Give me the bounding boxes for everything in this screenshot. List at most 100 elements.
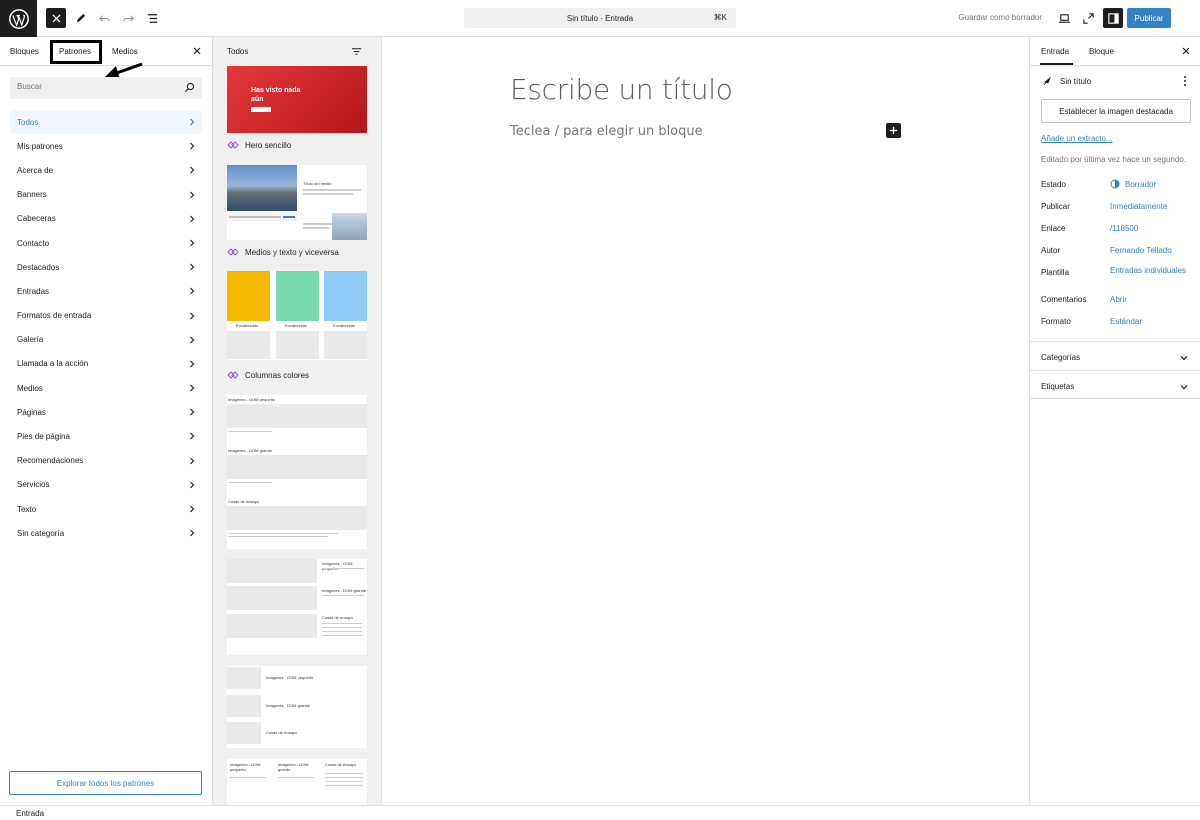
tab-block[interactable]: Bloque bbox=[1089, 47, 1114, 56]
pattern-search[interactable] bbox=[10, 77, 202, 99]
meta-label: Plantilla bbox=[1041, 268, 1070, 277]
undo-button[interactable] bbox=[94, 8, 114, 28]
pattern-preview-image-grid[interactable]: Imágenes - DOM pequeño Imágenes - DOM gr… bbox=[227, 559, 367, 655]
synced-pattern-icon bbox=[227, 141, 239, 149]
last-edited-text: Editado por última vez hace un segundo. bbox=[1041, 155, 1186, 164]
chevron-right-icon bbox=[190, 529, 195, 537]
category-item[interactable]: Recomendaciones bbox=[10, 449, 202, 473]
category-item[interactable]: Formatos de entrada bbox=[10, 304, 202, 328]
chevron-right-icon bbox=[190, 312, 195, 319]
pattern-label: Hero sencillo bbox=[227, 140, 291, 150]
settings-toggle-button[interactable] bbox=[1103, 8, 1123, 28]
meta-label: Publicar bbox=[1041, 202, 1070, 211]
search-input[interactable] bbox=[17, 82, 177, 91]
tab-media[interactable]: Medios bbox=[112, 47, 138, 56]
redo-button[interactable] bbox=[118, 8, 138, 28]
add-excerpt-link[interactable]: Añade un extracto... bbox=[1041, 134, 1113, 143]
filter-icon[interactable] bbox=[351, 46, 362, 57]
shortcut-hint: ⌘K bbox=[713, 13, 727, 22]
category-item[interactable]: Cabeceras bbox=[10, 207, 202, 231]
chevron-right-icon bbox=[190, 263, 195, 271]
categories-panel-toggle[interactable]: Categorías bbox=[1030, 341, 1200, 370]
tags-panel-toggle[interactable]: Etiquetas bbox=[1030, 370, 1200, 399]
category-item[interactable]: Banners bbox=[10, 183, 202, 207]
category-item[interactable]: Llamada a la acción bbox=[10, 352, 202, 376]
external-link-icon bbox=[1082, 12, 1094, 24]
feather-pen-icon bbox=[1043, 76, 1051, 86]
meta-label: Comentarios bbox=[1041, 295, 1087, 304]
set-featured-image-button[interactable]: Establecer la imagen destacada bbox=[1041, 99, 1191, 123]
post-title-label: Sin título bbox=[1060, 76, 1092, 86]
add-block-button[interactable] bbox=[886, 123, 901, 138]
more-options-icon[interactable] bbox=[1181, 75, 1189, 87]
category-item[interactable]: Destacados bbox=[10, 255, 202, 279]
block-appender[interactable]: Teclea / para elegir un bloque bbox=[510, 124, 703, 139]
editor-top-bar: Sin título · Entrada ⌘K Guardar como bor… bbox=[0, 0, 1200, 37]
fullscreen-button[interactable] bbox=[1078, 8, 1098, 28]
tab-post[interactable]: Entrada bbox=[1041, 47, 1069, 56]
pattern-preview-thumb-list[interactable]: Imágenes - DOM pequeño Imágenes - DOM gr… bbox=[227, 666, 367, 748]
close-icon bbox=[51, 13, 61, 23]
desktop-preview-icon bbox=[1058, 13, 1070, 23]
chevron-right-icon bbox=[190, 457, 195, 465]
category-item[interactable]: Entradas bbox=[10, 279, 202, 303]
pattern-preview-media-text[interactable]: Título del medio bbox=[227, 165, 367, 240]
breadcrumb[interactable]: Entrada bbox=[16, 809, 44, 818]
category-item[interactable]: Todos bbox=[10, 110, 202, 135]
chevron-right-icon bbox=[190, 215, 195, 223]
explore-all-patterns-button[interactable]: Explorar todos los patrones bbox=[9, 771, 202, 795]
preview-button[interactable] bbox=[1054, 8, 1074, 28]
pattern-label: Columnas colores bbox=[227, 370, 309, 380]
close-inserter-button[interactable] bbox=[46, 8, 66, 28]
category-item[interactable]: Servicios bbox=[10, 473, 202, 497]
chevron-right-icon bbox=[190, 142, 195, 150]
category-item[interactable]: Galería bbox=[10, 328, 202, 352]
category-item[interactable]: Contacto bbox=[10, 231, 202, 255]
category-item[interactable]: Mis patrones bbox=[10, 134, 202, 158]
block-breadcrumb-bar: Entrada bbox=[0, 805, 1200, 820]
pattern-preview-text-columns[interactable]: Imágenes - DOM pequeño Imágenes - DOM gr… bbox=[227, 759, 367, 805]
bridge-image bbox=[227, 165, 297, 211]
save-draft-button[interactable]: Guardar como borrador bbox=[958, 13, 1042, 22]
chevron-right-icon bbox=[190, 191, 195, 198]
column-heading: Encabezado bbox=[236, 323, 259, 328]
draft-status-icon bbox=[1110, 179, 1120, 189]
post-title-input[interactable]: Escribe un título bbox=[510, 73, 733, 106]
pattern-preview-color-columns[interactable]: Encabezado Encabezado Encabezado bbox=[227, 271, 367, 360]
search-icon bbox=[184, 82, 195, 93]
meta-label: Enlace bbox=[1041, 224, 1066, 233]
bridge-image bbox=[332, 213, 367, 240]
category-item[interactable]: Páginas bbox=[10, 400, 202, 424]
redo-icon bbox=[122, 14, 134, 22]
tab-blocks[interactable]: Bloques bbox=[10, 47, 39, 56]
template-link[interactable]: Entradas individuales bbox=[1110, 266, 1190, 275]
category-item[interactable]: Sin categoría bbox=[10, 521, 202, 545]
chevron-right-icon bbox=[190, 118, 195, 126]
synced-pattern-icon bbox=[227, 371, 239, 379]
close-icon[interactable] bbox=[192, 46, 202, 56]
wordpress-logo-icon[interactable] bbox=[0, 0, 37, 37]
tools-button[interactable] bbox=[70, 8, 90, 28]
category-item[interactable]: Medios bbox=[10, 376, 202, 400]
undo-icon bbox=[98, 14, 110, 22]
command-palette-button[interactable]: Sin título · Entrada ⌘K bbox=[464, 8, 736, 28]
pattern-preview-hero[interactable]: Has visto nada aún bbox=[227, 66, 367, 133]
pattern-label: Medios y texto y viceversa bbox=[227, 247, 339, 257]
author-link[interactable]: Fernando Tellado bbox=[1110, 246, 1190, 255]
document-title: Sin título · Entrada bbox=[566, 13, 634, 23]
chevron-down-icon bbox=[1180, 356, 1188, 361]
chevron-right-icon bbox=[190, 505, 195, 513]
publish-button[interactable]: Publicar bbox=[1127, 8, 1171, 28]
publish-date-link[interactable]: Inmediatamente bbox=[1110, 202, 1190, 211]
pattern-preview-image-list[interactable]: Imágenes - DOM pequeño Imágenes - DOM gr… bbox=[227, 395, 367, 549]
synced-pattern-icon bbox=[227, 248, 239, 256]
format-link[interactable]: Estándar bbox=[1110, 317, 1190, 326]
category-item[interactable]: Texto bbox=[10, 497, 202, 521]
category-item[interactable]: Pies de página bbox=[10, 424, 202, 448]
document-overview-button[interactable] bbox=[142, 8, 162, 28]
status-link[interactable]: Borrador bbox=[1110, 179, 1190, 189]
close-icon[interactable] bbox=[1181, 46, 1191, 56]
comments-link[interactable]: Abrir bbox=[1110, 295, 1190, 304]
permalink-link[interactable]: /118500 bbox=[1110, 224, 1190, 233]
category-item[interactable]: Acerca de bbox=[10, 158, 202, 182]
